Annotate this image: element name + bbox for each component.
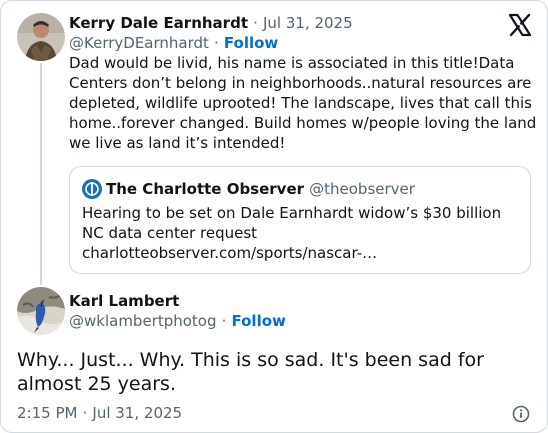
reply-author-name[interactable]: Karl Lambert: [69, 292, 179, 310]
quoted-tweet[interactable]: The Charlotte Observer @theobserver Hear…: [69, 166, 531, 274]
quoted-link[interactable]: charlotteobserver.com/sports/nascar-…: [82, 243, 522, 263]
person-avatar-icon: [17, 13, 65, 61]
reply-time[interactable]: 2:15 PM: [17, 404, 77, 422]
reply-header: Karl Lambert: [69, 291, 179, 311]
reply-text: Why... Just... Why. This is so sad. It's…: [17, 349, 484, 395]
thread-connector-line: [40, 63, 42, 285]
reply-follow-button[interactable]: Follow: [231, 312, 285, 330]
karl-avatar[interactable]: [17, 287, 65, 335]
tweet-text: Dad would be livid, his name is associat…: [69, 54, 537, 152]
author-handle[interactable]: @KerryDEarnhardt: [69, 34, 209, 52]
tweet-subheader: @KerryDEarnhardt · Follow: [69, 33, 278, 53]
separator-dot: ·: [214, 34, 219, 52]
bird-photo-avatar-icon: [17, 287, 65, 335]
info-icon[interactable]: [511, 404, 531, 424]
quoted-headline: Hearing to be set on Dale Earnhardt wido…: [82, 204, 502, 242]
tweet-date[interactable]: Jul 31, 2025: [263, 14, 353, 32]
separator-dot: ·: [253, 14, 258, 32]
separator-dot: ·: [221, 312, 227, 330]
follow-button[interactable]: Follow: [224, 34, 278, 52]
reply-subheader: @wklambertphotog · Follow: [69, 311, 286, 331]
tweet-header: Kerry Dale Earnhardt · Jul 31, 2025: [69, 13, 353, 33]
reply-author-handle[interactable]: @wklambertphotog: [69, 312, 217, 330]
quoted-text: Hearing to be set on Dale Earnhardt wido…: [82, 203, 522, 263]
author-name[interactable]: Kerry Dale Earnhardt: [69, 14, 248, 32]
quoted-header: The Charlotte Observer @theobserver: [106, 179, 415, 199]
reply-timestamp[interactable]: 2:15 PM · Jul 31, 2025: [17, 403, 182, 423]
kerry-avatar[interactable]: [17, 13, 65, 61]
quoted-source-handle[interactable]: @theobserver: [309, 180, 415, 198]
charlotte-observer-logo-icon: [82, 179, 102, 199]
x-logo-icon[interactable]: [508, 13, 532, 37]
reply-date[interactable]: Jul 31, 2025: [92, 404, 182, 422]
separator-dot: ·: [82, 404, 88, 422]
quoted-source-name[interactable]: The Charlotte Observer: [106, 180, 304, 198]
embedded-tweet-card: Kerry Dale Earnhardt · Jul 31, 2025 @Ker…: [0, 0, 548, 433]
